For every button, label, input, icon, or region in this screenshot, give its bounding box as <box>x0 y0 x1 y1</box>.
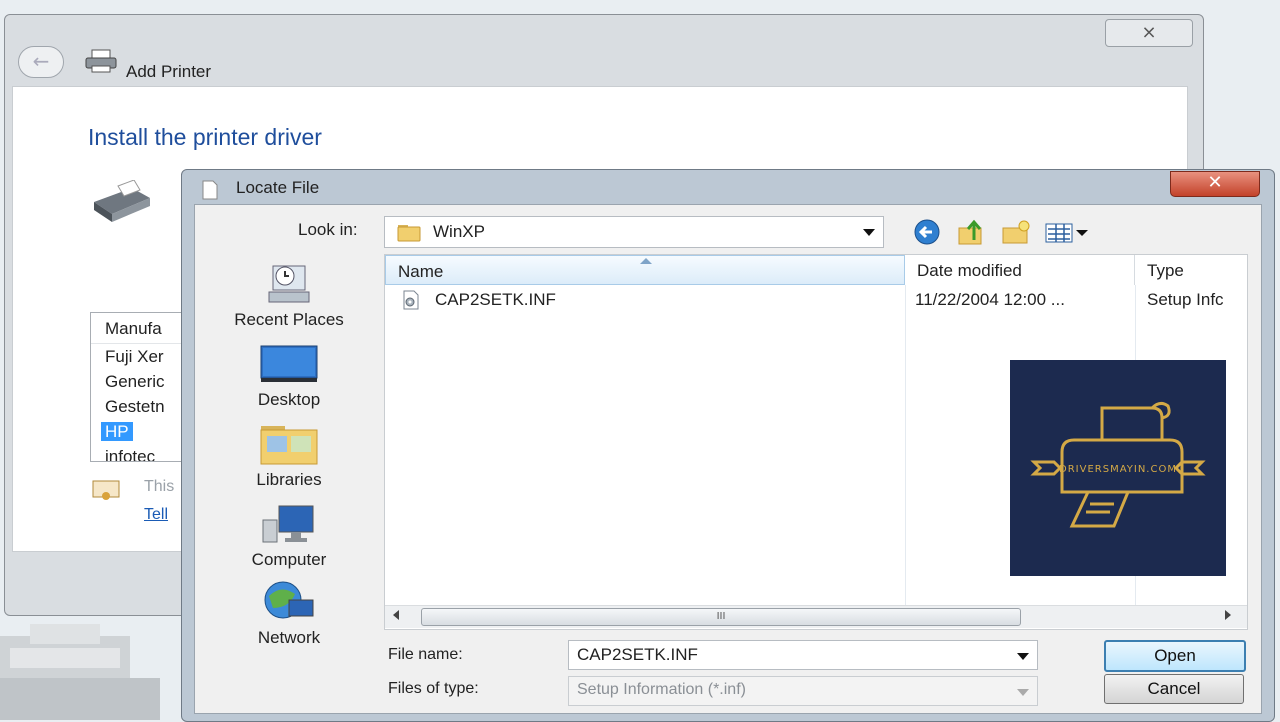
watermark-text: DRIVERSMAYIN.COM <box>1059 464 1177 475</box>
chevron-down-icon <box>1017 689 1029 696</box>
place-recent-places[interactable]: Recent Places <box>196 262 382 330</box>
watermark-logo: DRIVERSMAYIN.COM <box>1010 360 1226 576</box>
list-item-label: HP <box>101 422 133 441</box>
background-printer-photo <box>0 624 160 720</box>
place-label: Desktop <box>257 390 321 409</box>
file-name-value: CAP2SETK.INF <box>577 645 698 664</box>
place-computer[interactable]: Computer <box>196 502 382 570</box>
files-of-type-dropdown[interactable]: Setup Information (*.inf) <box>568 676 1038 706</box>
certificate-icon <box>92 480 120 500</box>
column-header-type[interactable]: Type <box>1135 255 1247 285</box>
cancel-button[interactable]: Cancel <box>1104 674 1244 704</box>
new-folder-icon[interactable] <box>1000 218 1032 246</box>
look-in-label: Look in: <box>298 220 358 239</box>
place-label: Recent Places <box>234 310 344 329</box>
page-heading: Install the printer driver <box>88 124 322 150</box>
place-label: Network <box>257 628 321 647</box>
close-button[interactable]: ✕ <box>1170 171 1260 197</box>
place-network[interactable]: Network <box>196 580 382 648</box>
type-cell: Setup Infc <box>1147 290 1224 309</box>
file-name-label: File name: <box>388 646 463 663</box>
column-header-label: Name <box>398 262 444 281</box>
document-icon <box>202 180 218 200</box>
look-in-dropdown[interactable]: WinXP <box>384 216 884 248</box>
place-desktop[interactable]: Desktop <box>196 342 382 410</box>
file-name-cell: CAP2SETK.INF <box>435 290 556 309</box>
libraries-icon <box>260 426 318 465</box>
back-arrow-icon: ← <box>32 49 50 73</box>
scroll-left-icon[interactable] <box>393 610 399 620</box>
setup-file-icon <box>403 290 419 310</box>
files-of-type-label: Files of type: <box>388 680 479 697</box>
dialog-titlebar[interactable]: Locate File ✕ <box>182 170 1274 204</box>
close-button[interactable]: ⨯ <box>1105 19 1193 47</box>
scrollbar-thumb[interactable]: III <box>421 608 1021 626</box>
horizontal-scrollbar[interactable]: III <box>385 605 1247 628</box>
signing-info-link[interactable]: Tell <box>144 506 168 524</box>
place-libraries[interactable]: Libraries <box>196 422 382 490</box>
folder-icon <box>397 225 421 242</box>
scroll-right-icon[interactable] <box>1225 610 1231 620</box>
driver-signed-text: This <box>144 478 175 495</box>
table-row[interactable]: CAP2SETK.INF 11/22/2004 12:00 ... Setup … <box>385 287 1247 313</box>
printer-large-icon <box>94 180 150 222</box>
views-menu-icon[interactable] <box>1044 218 1094 246</box>
file-name-input[interactable]: CAP2SETK.INF <box>568 640 1038 670</box>
sort-ascending-icon <box>640 258 652 264</box>
dialog-title: Locate File <box>236 178 320 197</box>
chevron-down-icon <box>863 229 875 236</box>
back-icon[interactable] <box>912 218 942 246</box>
column-header-name[interactable]: Name <box>385 255 905 285</box>
computer-icon <box>262 505 314 543</box>
open-button[interactable]: Open <box>1104 640 1246 672</box>
chevron-down-icon[interactable] <box>1017 653 1029 660</box>
recent-places-icon <box>268 265 310 303</box>
look-in-value: WinXP <box>433 222 485 241</box>
printer-icon <box>85 49 117 73</box>
window-title: Add Printer <box>126 62 212 81</box>
up-folder-icon[interactable] <box>956 218 986 246</box>
place-label: Computer <box>251 550 327 569</box>
column-header-date-modified[interactable]: Date modified <box>905 255 1135 285</box>
column-divider <box>905 285 906 605</box>
place-label: Libraries <box>256 470 322 489</box>
back-button[interactable]: ← <box>18 46 64 78</box>
date-modified-cell: 11/22/2004 12:00 ... <box>915 290 1065 309</box>
desktop-icon <box>260 345 318 382</box>
places-bar: Recent Places Desktop Libraries Computer <box>196 254 382 647</box>
network-icon <box>264 581 314 619</box>
files-of-type-value: Setup Information (*.inf) <box>577 681 746 698</box>
